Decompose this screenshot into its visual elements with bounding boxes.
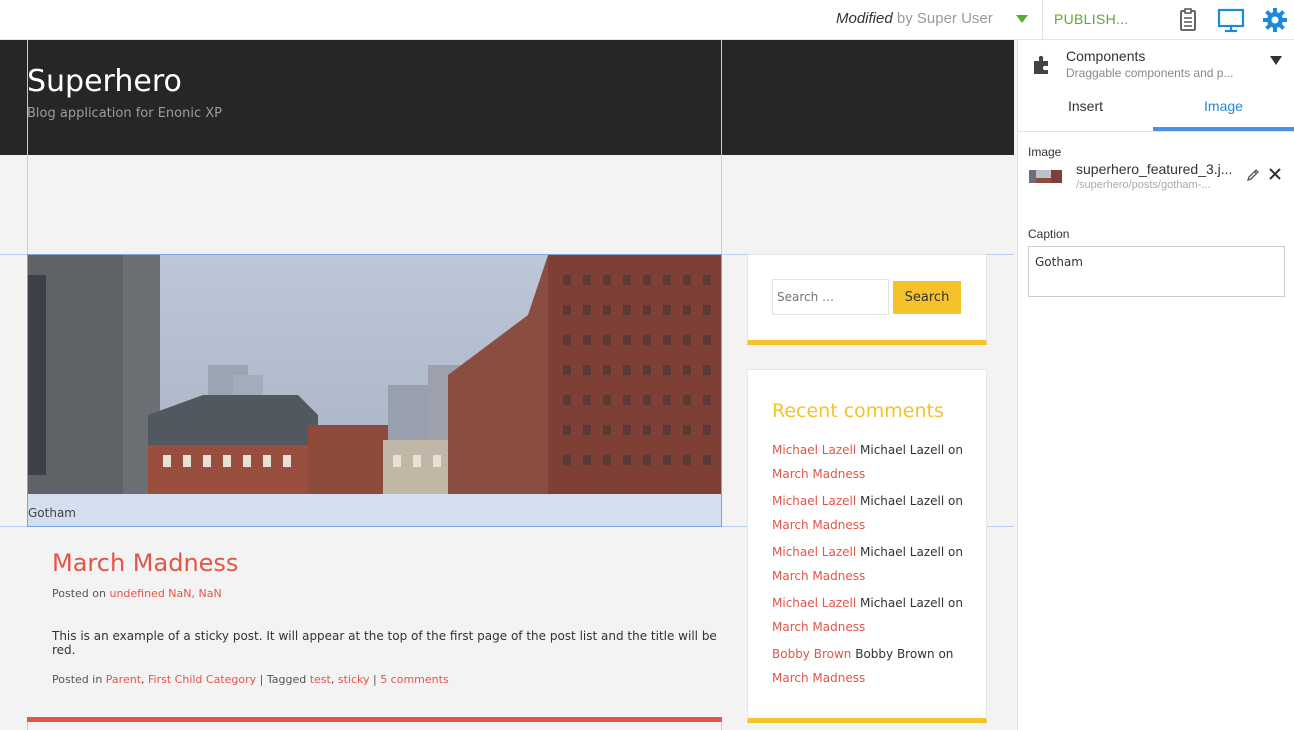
publish-dropdown-icon[interactable] (1016, 15, 1028, 23)
search-input[interactable] (772, 279, 889, 315)
post-date-line: Posted on undefined NaN, NaN (52, 587, 222, 600)
comment-author: Michael Lazell (860, 494, 945, 508)
comment-on: on (938, 647, 954, 661)
comment-post-link[interactable]: March Madness (772, 620, 865, 634)
image-file-name[interactable]: superhero_featured_3.j... (1076, 161, 1232, 177)
caption-textarea[interactable]: Gotham (1028, 246, 1285, 297)
image-component[interactable]: Gotham (27, 254, 722, 527)
tagged-label: | Tagged (259, 673, 307, 686)
recent-comment-item: Michael Lazell Michael Lazell on March M… (772, 591, 972, 639)
comment-author: Michael Lazell (860, 443, 945, 457)
image-file-path: /superhero/posts/gotham-... (1076, 179, 1211, 191)
edit-icon[interactable] (1246, 168, 1260, 182)
posted-on-label: Posted on (52, 587, 106, 600)
comment-author-link[interactable]: Michael Lazell (772, 494, 856, 508)
gear-icon[interactable] (1261, 6, 1289, 34)
comment-author: Michael Lazell (860, 596, 945, 610)
posted-in-label: Posted in (52, 673, 103, 686)
site-title[interactable]: Superhero (27, 64, 182, 99)
recent-comment-item: Bobby Brown Bobby Brown on March Madness (772, 642, 972, 690)
comment-author-link[interactable]: Bobby Brown (772, 647, 851, 661)
category-link-parent[interactable]: Parent (106, 673, 141, 686)
comment-on: on (948, 545, 963, 559)
context-panel: Components Draggable components and p...… (1017, 40, 1294, 730)
recent-comments-title: Recent comments (772, 400, 944, 422)
site-tagline: Blog application for Enonic XP (27, 106, 222, 121)
post-date-link[interactable]: undefined NaN, NaN (109, 587, 221, 600)
caption-field-label: Caption (1028, 227, 1070, 241)
tabs-divider (1018, 131, 1294, 132)
comments-link[interactable]: 5 comments (380, 673, 449, 686)
panel-subtitle: Draggable components and p... (1066, 66, 1234, 80)
panel-dropdown-icon[interactable] (1270, 56, 1282, 65)
comment-author: Michael Lazell (860, 545, 945, 559)
image-thumbnail (1029, 170, 1062, 183)
tag-link-sticky[interactable]: sticky (338, 673, 370, 686)
status-by: by Super User (896, 10, 993, 27)
recent-comments-widget: Recent comments Michael Lazell Michael L… (747, 369, 987, 723)
search-button[interactable]: Search (893, 281, 961, 314)
panel-title: Components (1066, 48, 1146, 64)
post-body: This is an example of a sticky post. It … (52, 629, 717, 657)
comment-author-link[interactable]: Michael Lazell (772, 443, 856, 457)
toolbar-divider (1042, 0, 1043, 40)
comment-author: Bobby Brown (855, 647, 935, 661)
comment-on: on (948, 443, 963, 457)
comment-post-link[interactable]: March Madness (772, 569, 865, 583)
image-field-label: Image (1028, 145, 1062, 159)
page-preview: Superhero Blog application for Enonic XP (0, 40, 1014, 730)
modified-status: Modified by Super User (836, 10, 993, 27)
blog-post: March Madness Posted on undefined NaN, N… (27, 527, 722, 722)
recent-comment-item: Michael Lazell Michael Lazell on March M… (772, 489, 972, 537)
comment-author-link[interactable]: Michael Lazell (772, 545, 856, 559)
gotham-photo (28, 255, 721, 494)
publish-button[interactable]: PUBLISH... (1054, 11, 1129, 27)
recent-comment-item: Michael Lazell Michael Lazell on March M… (772, 540, 972, 588)
category-link-first-child[interactable]: First Child Category (148, 673, 256, 686)
comment-post-link[interactable]: March Madness (772, 467, 865, 481)
comment-on: on (948, 494, 963, 508)
close-icon[interactable] (1267, 166, 1283, 182)
post-title[interactable]: March Madness (52, 549, 238, 577)
puzzle-icon (1034, 55, 1048, 74)
search-widget: Search (747, 254, 987, 345)
image-caption: Gotham (28, 506, 76, 520)
recent-comment-item: Michael Lazell Michael Lazell on March M… (772, 438, 972, 486)
tab-insert[interactable]: Insert (1018, 98, 1153, 132)
post-accent-bar (27, 717, 722, 722)
top-toolbar: Modified by Super User PUBLISH... (0, 0, 1294, 40)
status-label: Modified (836, 10, 893, 27)
tag-link-test[interactable]: test (310, 673, 331, 686)
active-tab-indicator (1153, 127, 1294, 131)
comment-post-link[interactable]: March Madness (772, 671, 865, 685)
comment-on: on (948, 596, 963, 610)
site-header: Superhero Blog application for Enonic XP (0, 40, 1014, 155)
monitor-icon[interactable] (1217, 6, 1245, 34)
clipboard-icon[interactable] (1174, 6, 1202, 34)
comment-author-link[interactable]: Michael Lazell (772, 596, 856, 610)
post-footer: Posted in Parent, First Child Category |… (52, 673, 449, 686)
comment-post-link[interactable]: March Madness (772, 518, 865, 532)
